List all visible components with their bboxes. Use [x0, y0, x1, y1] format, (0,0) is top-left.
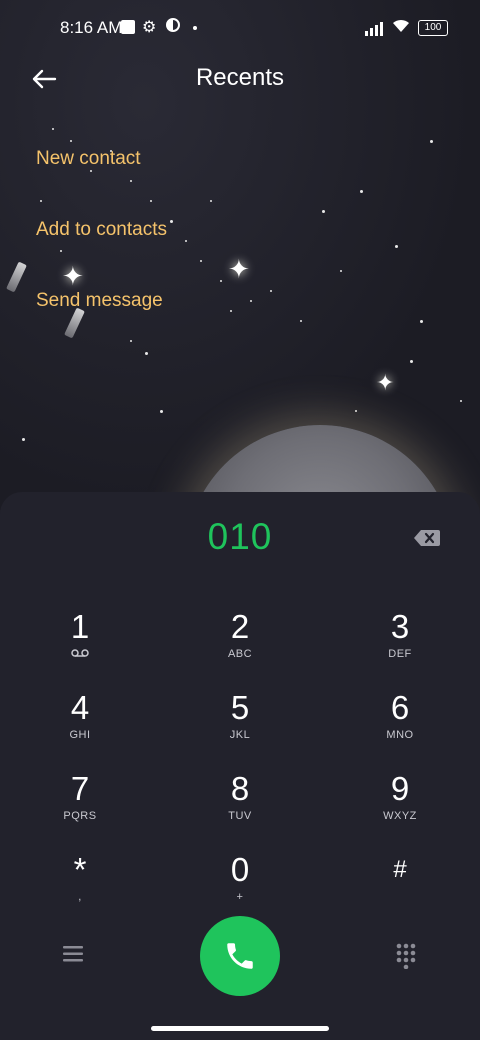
home-indicator[interactable]: [151, 1026, 329, 1031]
dial-key-2[interactable]: 2 ABC: [180, 608, 300, 678]
dial-key-6[interactable]: 6 MNO: [340, 689, 460, 759]
backspace-icon[interactable]: [414, 529, 440, 547]
dial-key-0[interactable]: 0 +: [180, 851, 300, 921]
status-bar: 8:16 AM ⚙ 100: [0, 0, 480, 56]
dialpad-icon[interactable]: [396, 943, 416, 969]
key-letters: TUV: [228, 810, 252, 822]
key-digit: 2: [230, 608, 250, 645]
dial-key-1[interactable]: 1: [20, 608, 140, 678]
key-digit: 7: [70, 770, 90, 807]
key-letters: ,: [78, 891, 82, 903]
battery-icon: 100: [418, 20, 448, 36]
key-letters: +: [236, 891, 244, 903]
dial-key-7[interactable]: 7 PQRS: [20, 770, 140, 840]
voicemail-icon: [20, 648, 140, 661]
key-digit: 8: [230, 770, 250, 807]
key-digit: *: [73, 851, 87, 888]
dial-key-8[interactable]: 8 TUV: [180, 770, 300, 840]
dial-key-5[interactable]: 5 JKL: [180, 689, 300, 759]
key-digit: 4: [70, 689, 90, 726]
new-contact-link[interactable]: New contact: [36, 148, 141, 170]
key-digit: 3: [390, 608, 410, 645]
dial-key-star[interactable]: * ,: [20, 851, 140, 921]
key-digit: 5: [230, 689, 250, 726]
key-letters: PQRS: [63, 810, 97, 822]
call-button[interactable]: [200, 916, 280, 996]
settings-gear-icon: ⚙: [142, 19, 157, 36]
status-time: 8:16 AM: [60, 18, 123, 37]
phone-icon: [227, 943, 253, 969]
key-letters: WXYZ: [383, 810, 417, 822]
notification-dot-icon: [193, 26, 197, 30]
send-message-link[interactable]: Send message: [36, 290, 163, 312]
cellular-signal-icon: [365, 22, 383, 36]
key-letters: DEF: [388, 648, 412, 660]
data-saver-icon: [166, 18, 180, 32]
key-digit: 6: [390, 689, 410, 726]
dial-key-3[interactable]: 3 DEF: [340, 608, 460, 678]
notification-square-icon: [121, 20, 135, 34]
hamburger-icon[interactable]: [63, 945, 83, 963]
key-letters: GHI: [69, 729, 91, 741]
key-digit: 1: [70, 608, 90, 645]
key-digit: #: [393, 856, 407, 883]
wifi-icon: [393, 19, 409, 32]
key-letters: MNO: [386, 729, 414, 741]
add-to-contacts-link[interactable]: Add to contacts: [36, 219, 167, 241]
key-digit: 9: [390, 770, 410, 807]
dial-key-9[interactable]: 9 WXYZ: [340, 770, 460, 840]
key-letters: JKL: [229, 729, 251, 741]
key-digit: 0: [230, 851, 250, 888]
dialed-number: 010: [207, 516, 273, 557]
key-letters: ABC: [227, 648, 253, 660]
dial-key-4[interactable]: 4 GHI: [20, 689, 140, 759]
page-title: Recents: [195, 64, 285, 91]
dial-key-hash[interactable]: #: [340, 851, 460, 921]
